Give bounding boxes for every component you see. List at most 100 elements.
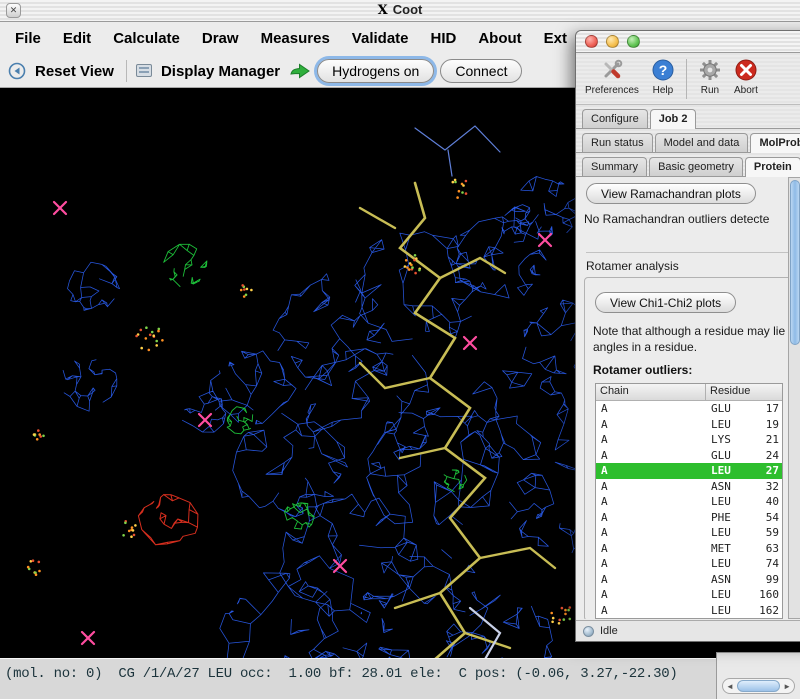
tab-basic-geometry[interactable]: Basic geometry (649, 157, 743, 176)
menu-hid[interactable]: HID (420, 22, 468, 55)
rotamer-row-phe-54[interactable]: APHE54 (596, 510, 782, 526)
help-label: Help (653, 85, 674, 96)
menu-measures[interactable]: Measures (250, 22, 341, 55)
rotamer-row-met-63[interactable]: AMET63 (596, 541, 782, 557)
cell-chain: A (596, 418, 706, 431)
tab-run-status[interactable]: Run status (582, 133, 653, 152)
residue-name: PHE (711, 511, 753, 524)
residue-name: LEU (711, 557, 753, 570)
tab-job-2[interactable]: Job 2 (650, 109, 697, 129)
rotamer-row-leu-27[interactable]: ALEU27 (596, 463, 782, 479)
main-titlebar[interactable]: ✕ XCoot (0, 0, 800, 22)
tab-summary[interactable]: Summary (582, 157, 647, 176)
rotamer-row-leu-162[interactable]: ALEU162 (596, 603, 782, 619)
dialog-titlebar[interactable] (576, 31, 800, 53)
residue-number: 99 (753, 573, 779, 586)
cell-chain: A (596, 588, 706, 601)
scroll-right-arrow-icon[interactable]: ► (780, 682, 794, 691)
residue-name: ASN (711, 573, 753, 586)
run-button[interactable]: Run (693, 57, 727, 97)
residue-name: GLU (711, 402, 753, 415)
rotamer-row-leu-59[interactable]: ALEU59 (596, 525, 782, 541)
cell-chain: A (596, 464, 706, 477)
residue-number: 74 (753, 557, 779, 570)
cell-residue: LEU19 (706, 418, 782, 431)
residue-number: 32 (753, 480, 779, 493)
cell-chain: A (596, 526, 706, 539)
reset-view-icon[interactable] (8, 62, 26, 80)
display-manager-icon[interactable] (136, 64, 152, 78)
cell-residue: LEU40 (706, 495, 782, 508)
residue-name: LEU (711, 604, 753, 617)
help-icon: ? (651, 58, 675, 85)
cell-residue: LEU162 (706, 604, 782, 617)
rotamer-row-lys-21[interactable]: ALYS21 (596, 432, 782, 448)
corner-scroll-panel: ◄ ► (716, 652, 800, 699)
dialog-status-text: Idle (600, 625, 618, 637)
view-ramachandran-button[interactable]: View Ramachandran plots (586, 183, 756, 204)
residue-name: LEU (711, 464, 753, 477)
menu-about[interactable]: About (467, 22, 532, 55)
cell-residue: ASN32 (706, 480, 782, 493)
display-manager-button[interactable]: Display Manager (158, 61, 283, 82)
preferences-button[interactable]: Preferences (580, 57, 644, 97)
dialog-scrollbar-thumb[interactable] (790, 180, 800, 345)
residue-number: 21 (753, 433, 779, 446)
column-header-chain[interactable]: Chain (596, 384, 706, 401)
dialog-toolbar-separator (686, 59, 687, 99)
rotamer-row-leu-40[interactable]: ALEU40 (596, 494, 782, 510)
cell-chain: A (596, 402, 706, 415)
reset-view-button[interactable]: Reset View (32, 61, 117, 82)
rotamer-row-leu-19[interactable]: ALEU19 (596, 417, 782, 433)
rotamer-row-asn-32[interactable]: AASN32 (596, 479, 782, 495)
dialog-vertical-scrollbar[interactable] (788, 177, 800, 619)
tab-molprobit[interactable]: MolProbit (750, 133, 800, 153)
preferences-label: Preferences (585, 85, 639, 96)
rotamer-row-leu-160[interactable]: ALEU160 (596, 587, 782, 603)
hydrogens-toggle-button[interactable]: Hydrogens on (317, 59, 434, 83)
cell-chain: A (596, 480, 706, 493)
dialog-toolbar: Preferences?HelpRunAbort (576, 53, 800, 105)
residue-name: LYS (711, 433, 753, 446)
preferences-icon (600, 58, 624, 85)
atom-status-text: (mol. no: 0) CG /1/A/27 LEU occ: 1.00 bf… (5, 666, 677, 682)
scrollbar-thumb[interactable] (737, 680, 780, 692)
menu-file[interactable]: File (4, 22, 52, 55)
screen: ✕ XCoot FileEditCalculateDrawMeasuresVal… (0, 0, 800, 699)
cell-chain: A (596, 495, 706, 508)
menu-edit[interactable]: Edit (52, 22, 102, 55)
tab-configure[interactable]: Configure (582, 109, 648, 128)
dialog-zoom-button[interactable] (627, 35, 640, 48)
menu-calculate[interactable]: Calculate (102, 22, 191, 55)
menu-validate[interactable]: Validate (341, 22, 420, 55)
tab-protein[interactable]: Protein (745, 157, 800, 177)
abort-button[interactable]: Abort (729, 57, 763, 97)
dialog-close-button[interactable] (585, 35, 598, 48)
view-chi-plots-button[interactable]: View Chi1-Chi2 plots (595, 292, 736, 313)
green-arrow-icon[interactable] (289, 63, 311, 79)
tab-model-and-data[interactable]: Model and data (655, 133, 749, 152)
validation-dialog: Preferences?HelpRunAbort ConfigureJob 2 … (575, 30, 800, 642)
help-button[interactable]: ?Help (646, 57, 680, 97)
rotamer-row-glu-24[interactable]: AGLU24 (596, 448, 782, 464)
connect-button[interactable]: Connect (440, 59, 522, 83)
menu-draw[interactable]: Draw (191, 22, 250, 55)
menu-ext[interactable]: Ext (533, 22, 578, 55)
rotamer-row-leu-74[interactable]: ALEU74 (596, 556, 782, 572)
ramachandran-message: No Ramachandran outliers detecte (584, 212, 800, 226)
scroll-left-arrow-icon[interactable]: ◄ (723, 682, 737, 691)
cell-residue: GLU17 (706, 402, 782, 415)
rotamer-row-glu-17[interactable]: AGLU17 (596, 401, 782, 417)
cell-residue: LEU160 (706, 588, 782, 601)
cell-chain: A (596, 604, 706, 617)
residue-number: 40 (753, 495, 779, 508)
horizontal-scrollbar[interactable]: ◄ ► (722, 678, 795, 694)
status-indicator-icon (583, 626, 594, 637)
cell-residue: LEU74 (706, 557, 782, 570)
rotamer-row-asn-99[interactable]: AASN99 (596, 572, 782, 588)
column-header-residue[interactable]: Residue (706, 384, 782, 401)
dialog-minimize-button[interactable] (606, 35, 619, 48)
toolbar-separator (126, 60, 127, 82)
cell-residue: LEU59 (706, 526, 782, 539)
residue-name: LEU (711, 588, 753, 601)
